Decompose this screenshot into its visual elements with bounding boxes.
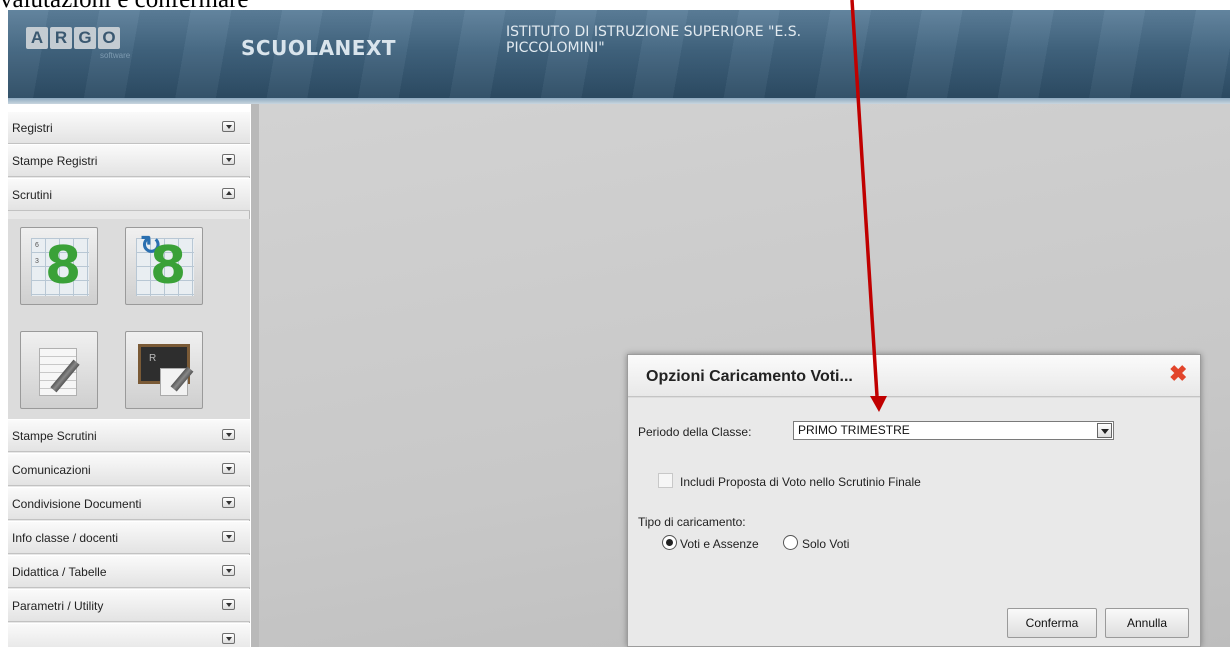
sidebar: Registri Stampe Registri Scrutini 6 3 8 … [8,111,250,647]
sidebar-item-label: Didattica / Tabelle [12,565,107,579]
grade-grid-icon: 8 [45,236,82,296]
school-name: ISTITUTO DI ISTRUZIONE SUPERIORE "E.S. P… [506,24,802,56]
logo-letter: O [98,27,120,49]
expand-icon[interactable] [222,463,235,474]
board-letter: R [149,353,157,364]
grid-mark: 6 [35,242,39,249]
load-options-dialog: Opzioni Caricamento Voti... ✖ Periodo de… [627,354,1201,647]
expand-icon[interactable] [222,565,235,576]
confirm-button[interactable]: Conferma [1007,608,1097,638]
dialog-title: Opzioni Caricamento Voti... [646,368,853,385]
sidebar-item-registri[interactable]: Registri [8,111,250,144]
radio-voti-assenze[interactable] [662,535,677,550]
grid-mark: 3 [35,258,39,265]
expand-icon[interactable] [222,121,235,132]
reload-grades-tile[interactable]: ↻ 8 [125,227,203,305]
logo-subtitle: software [100,51,131,60]
sidebar-item-stampe-registri[interactable]: Stampe Registri [8,144,250,177]
sidebar-item-didattica[interactable]: Didattica / Tabelle [8,555,250,588]
include-proposal-label: Includi Proposta di Voto nello Scrutinio… [680,475,921,489]
collapse-icon[interactable] [222,188,235,199]
radio-solo-voti-label: Solo Voti [802,537,850,551]
load-type-label: Tipo di caricamento: [638,515,746,529]
expand-icon[interactable] [222,429,235,440]
notes-tile[interactable] [20,331,98,409]
sidebar-item-condivisione-documenti[interactable]: Condivisione Documenti [8,487,250,520]
expand-icon[interactable] [222,633,235,644]
sidebar-item-label: Info classe / docenti [12,531,119,545]
period-select[interactable]: PRIMO TRIMESTRE [793,421,1114,440]
logo-letter: G [74,27,96,49]
radio-voti-assenze-label: Voti e Assenze [680,537,759,551]
chevron-down-icon[interactable] [1097,423,1112,438]
sidebar-item-scrutini[interactable]: Scrutini [8,178,250,211]
sidebar-item-stampe-scrutini[interactable]: Stampe Scrutini [8,419,250,452]
sidebar-item-label: Comunicazioni [12,463,91,477]
sidebar-item-info-classe[interactable]: Info classe / docenti [8,521,250,554]
sidebar-item-label: Condivisione Documenti [12,497,142,511]
expand-icon[interactable] [222,531,235,542]
period-label: Periodo della Classe: [638,425,752,439]
dialog-body: Periodo della Classe: PRIMO TRIMESTRE In… [628,398,1200,646]
sidebar-item-comunicazioni[interactable]: Comunicazioni [8,453,250,486]
sidebar-item-partial[interactable] [8,623,250,647]
argo-logo: A R G O [26,27,120,49]
scrutini-panel: 6 3 8 ↻ 8 R [8,219,250,429]
sidebar-item-label: Stampe Registri [12,154,98,168]
sidebar-item-parametri[interactable]: Parametri / Utility [8,589,250,622]
radio-solo-voti[interactable] [783,535,798,550]
blackboard-tile[interactable]: R [125,331,203,409]
brand-name: SCUOLANEXT [241,36,397,60]
app-header: A R G O software SCUOLANEXT ISTITUTO DI … [8,10,1230,98]
sidebar-item-label: Parametri / Utility [12,599,104,613]
sidebar-item-label: Stampe Scrutini [12,429,97,443]
include-proposal-checkbox[interactable] [658,473,673,488]
logo-letter: A [26,27,48,49]
dialog-titlebar: Opzioni Caricamento Voti... ✖ [628,355,1200,397]
main-edge [251,104,259,647]
sidebar-item-label: Scrutini [12,188,53,202]
logo-letter: R [50,27,72,49]
cancel-button[interactable]: Annulla [1105,608,1189,638]
expand-icon[interactable] [222,599,235,610]
expand-icon[interactable] [222,497,235,508]
reload-grades-icon: 8 [150,236,187,296]
sidebar-item-label: Registri [12,121,53,135]
expand-icon[interactable] [222,154,235,165]
period-select-value: PRIMO TRIMESTRE [798,423,910,437]
grade-grid-tile[interactable]: 6 3 8 [20,227,98,305]
close-icon[interactable]: ✖ [1169,361,1187,387]
